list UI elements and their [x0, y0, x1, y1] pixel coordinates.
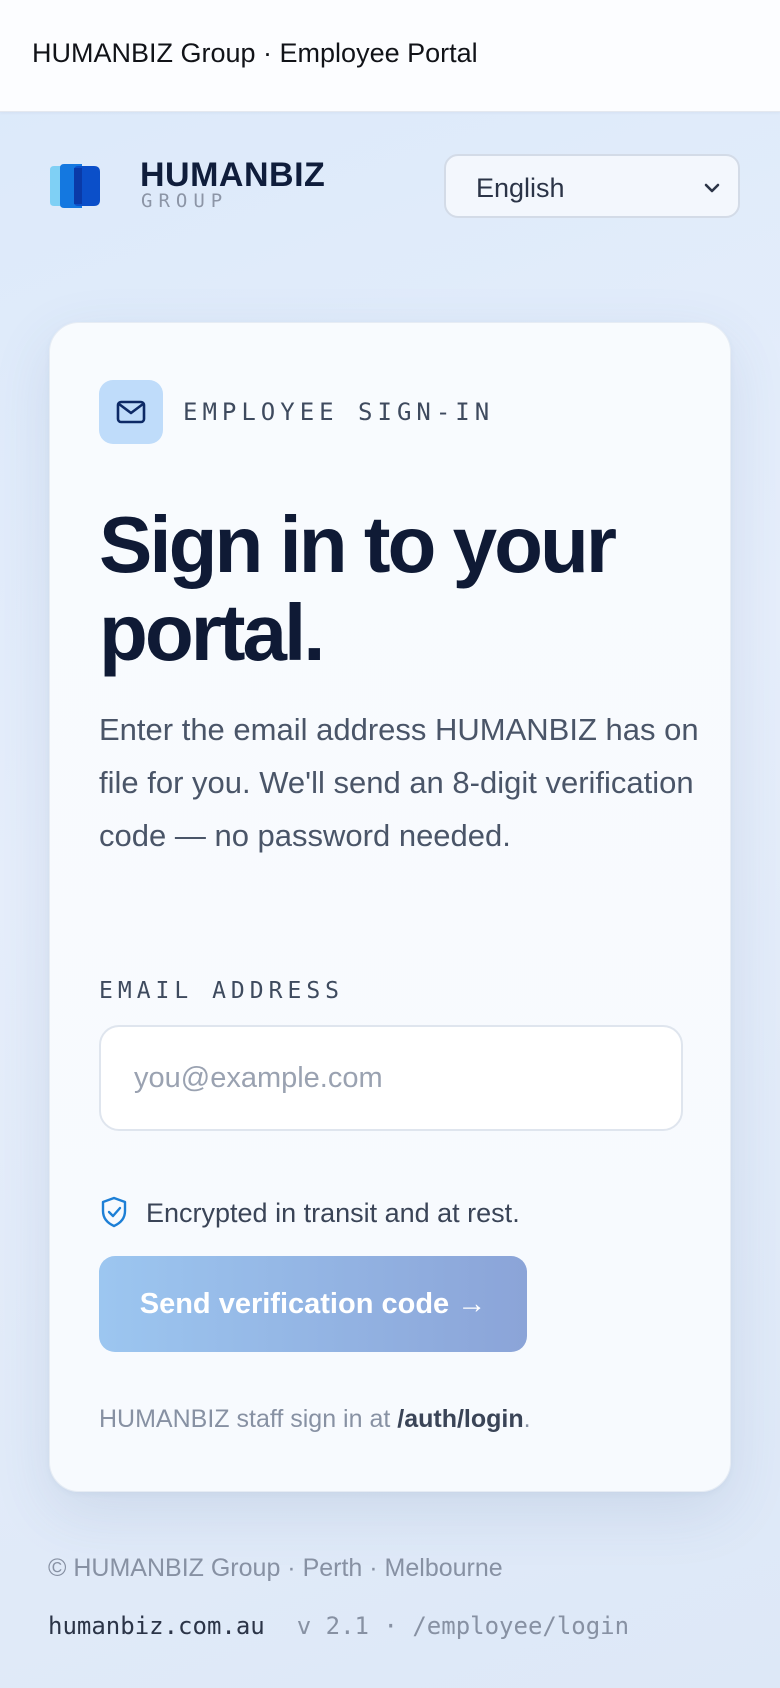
eyebrow-label: EMPLOYEE SIGN-IN [183, 398, 495, 426]
security-note: Encrypted in transit and at rest. [99, 1195, 659, 1231]
footer-meta: humanbiz.com.au v 2.1 · /employee/login [48, 1612, 629, 1640]
brand: HUMANBIZ GROUP [48, 156, 348, 216]
security-note-text: Encrypted in transit and at rest. [146, 1198, 520, 1228]
window-titlebar: HUMANBIZ Group · Employee Portal [0, 0, 780, 112]
brand-subtitle: GROUP [141, 190, 229, 212]
language-selected-value: English [476, 173, 565, 203]
page-description: Enter the email address HUMANBIZ has on … [99, 712, 699, 853]
send-verification-code-button[interactable]: Send verification code → [99, 1256, 527, 1352]
email-label: EMAIL ADDRESS [99, 978, 345, 1004]
language-select[interactable]: English [444, 154, 740, 218]
signin-card: EMPLOYEE SIGN-IN Sign in to your portal.… [49, 322, 731, 1492]
email-field[interactable] [99, 1025, 683, 1131]
mail-icon [116, 400, 146, 424]
page-title-line-1: Sign in to your [99, 500, 617, 589]
window-title: HUMANBIZ Group · Employee Portal [32, 38, 478, 68]
page-title: Sign in to your portal. [99, 501, 699, 677]
mail-badge [99, 380, 163, 444]
staff-note-suffix: . [523, 1405, 531, 1433]
page-title-line-2: portal. [99, 588, 325, 677]
shield-check-icon [101, 1196, 127, 1228]
footer-domain: humanbiz.com.au [48, 1612, 265, 1640]
chevron-down-icon [704, 183, 720, 193]
staff-note: HUMANBIZ staff sign in at /auth/login. [99, 1405, 531, 1434]
footer-copyright: © HUMANBIZ Group · Perth · Melbourne [48, 1554, 503, 1582]
staff-login-link[interactable]: /auth/login [397, 1405, 523, 1433]
brand-logo-icon [50, 164, 100, 208]
footer-version: v 2.1 · /employee/login [296, 1612, 630, 1640]
staff-note-prefix: HUMANBIZ staff sign in at [99, 1405, 398, 1433]
